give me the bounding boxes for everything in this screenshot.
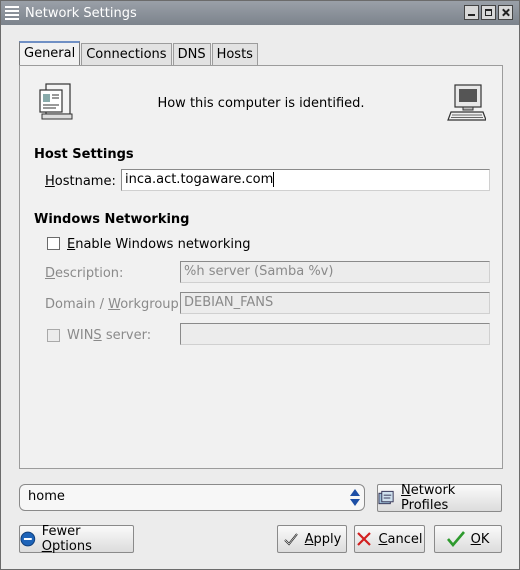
minus-circle-icon — [20, 531, 36, 547]
domain-workgroup-field[interactable]: DEBIAN_FANS — [180, 292, 490, 314]
host-settings-title: Host Settings — [34, 147, 134, 162]
description-field[interactable]: %h server (Samba %v) — [180, 261, 490, 283]
fewer-options-button[interactable]: Fewer Options — [19, 524, 134, 554]
description-label: Description: — [45, 266, 124, 281]
window-menu-icon[interactable] — [5, 6, 19, 20]
network-settings-window: Network Settings General Connections DNS… — [0, 0, 520, 570]
enable-windows-networking-label[interactable]: Enable Windows networking — [67, 237, 250, 252]
window-title: Network Settings — [25, 5, 137, 21]
tab-bar: General Connections DNS Hosts — [19, 41, 259, 68]
enable-windows-networking-checkbox[interactable] — [47, 237, 60, 250]
windows-networking-title: Windows Networking — [34, 212, 190, 227]
domain-workgroup-label: Domain / Workgroup: — [45, 297, 184, 312]
ok-label: OK — [470, 531, 490, 547]
title-bar[interactable]: Network Settings — [1, 1, 519, 25]
wins-server-field[interactable] — [180, 323, 490, 345]
general-panel: How this computer is identified. Host Se… — [19, 65, 503, 469]
profile-combobox-value: home — [28, 489, 65, 504]
tab-connections[interactable]: Connections — [81, 43, 172, 67]
tab-hosts[interactable]: Hosts — [211, 43, 258, 67]
wins-server-label: WINS server: — [67, 328, 152, 343]
header-text: How this computer is identified. — [157, 96, 365, 111]
close-icon[interactable] — [498, 5, 513, 20]
hostname-label: Hostname: — [45, 174, 116, 189]
tab-dns[interactable]: DNS — [172, 43, 211, 67]
apply-label: Apply — [304, 531, 342, 547]
computer-icon — [447, 84, 486, 121]
hostname-field[interactable]: inca.act.togaware.com — [121, 169, 490, 191]
network-profiles-button[interactable]: Network Profiles — [377, 483, 502, 513]
panel-header: How this computer is identified. — [20, 66, 502, 142]
ok-check-icon — [446, 531, 465, 547]
cancel-button[interactable]: Cancel — [354, 525, 425, 553]
minimize-icon[interactable] — [464, 5, 479, 20]
cancel-x-icon — [357, 532, 372, 546]
cancel-label: Cancel — [378, 531, 423, 547]
fewer-options-label: Fewer Options — [41, 524, 92, 554]
tab-general[interactable]: General — [19, 41, 81, 68]
profile-combobox[interactable]: home — [19, 484, 365, 511]
apply-check-icon — [283, 533, 298, 546]
spin-arrows-icon[interactable] — [350, 487, 360, 508]
maximize-icon[interactable] — [481, 5, 496, 20]
network-profiles-label: Network Profiles — [401, 483, 456, 513]
ok-button[interactable]: OK — [434, 525, 502, 553]
wins-server-checkbox[interactable] — [47, 329, 60, 342]
apply-button[interactable]: Apply — [277, 525, 347, 553]
profiles-icon — [378, 490, 394, 505]
